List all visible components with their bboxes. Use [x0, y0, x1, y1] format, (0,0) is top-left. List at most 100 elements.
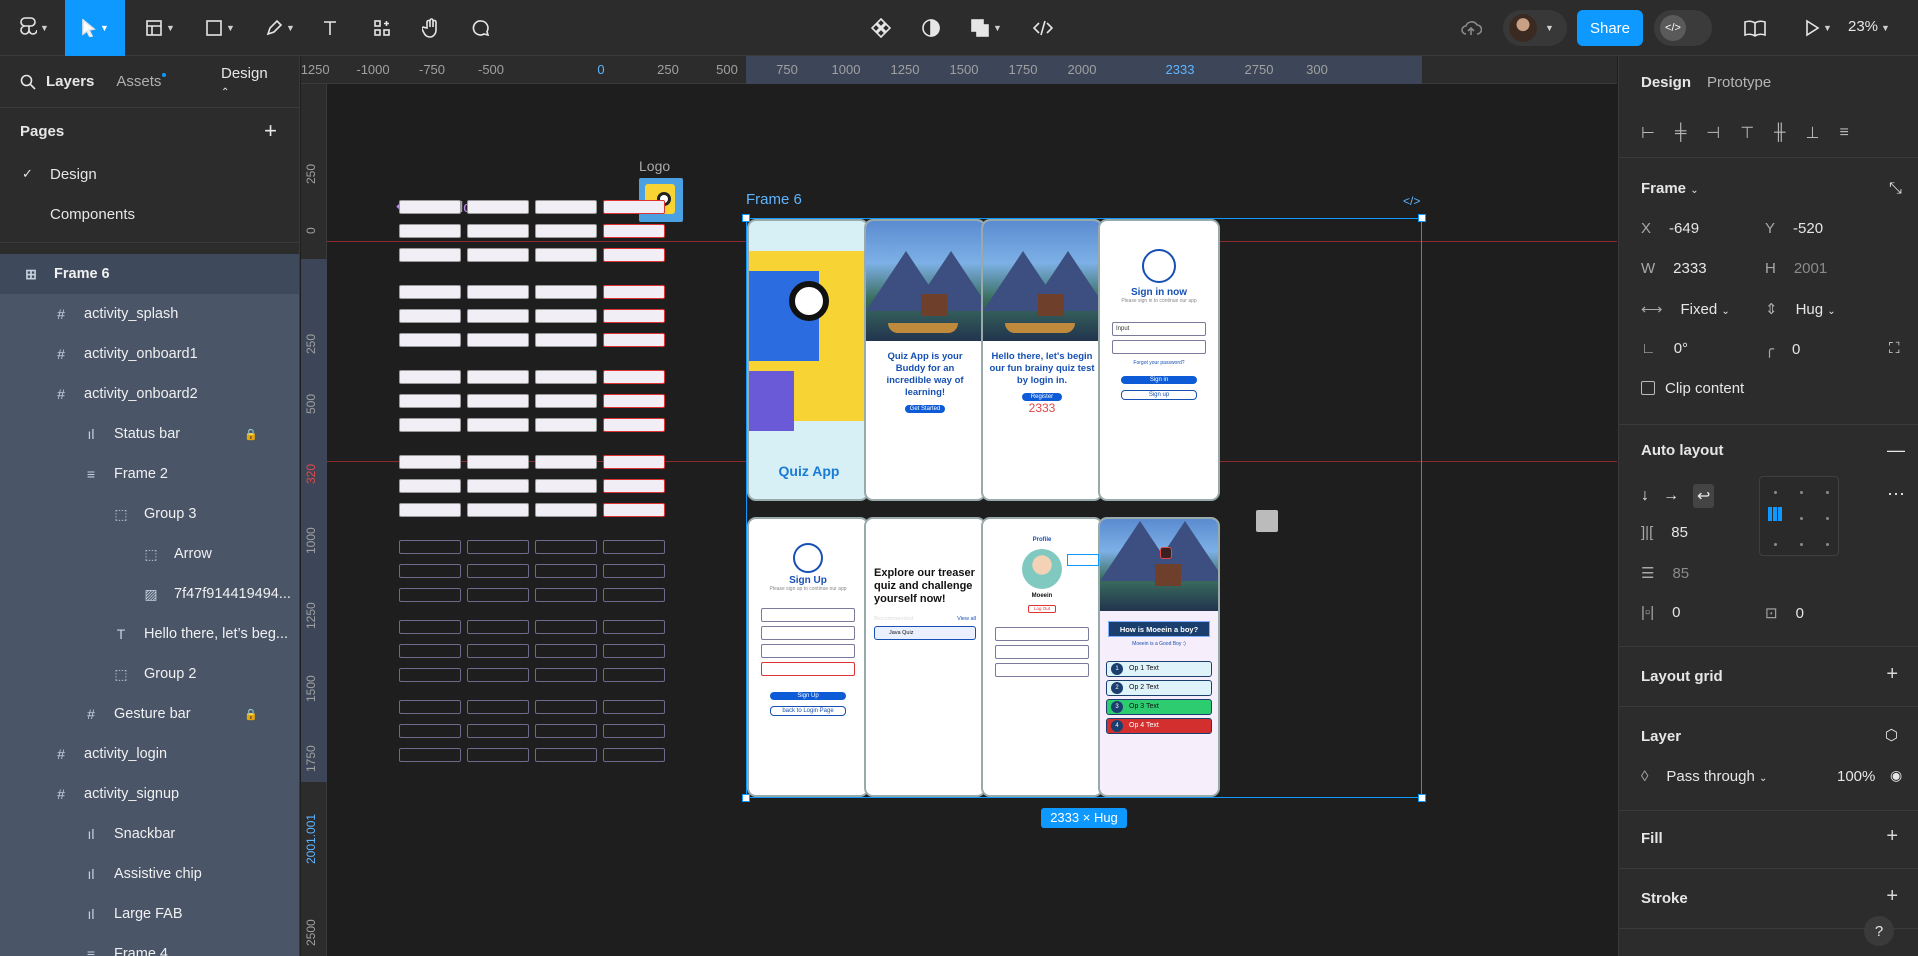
dev-mode-toggle[interactable]: </> — [1654, 10, 1712, 46]
add-fill-icon[interactable]: + — [1886, 825, 1898, 848]
frame-6-selection[interactable]: Quiz App Quiz App is your Buddy for an i… — [742, 214, 1426, 802]
text-field-variant[interactable] — [399, 200, 461, 214]
text-field-variant[interactable] — [399, 285, 461, 299]
text-field-variant[interactable] — [467, 668, 529, 682]
text-field-variant[interactable] — [399, 620, 461, 634]
text-field-variant[interactable] — [535, 540, 597, 554]
layer-row[interactable]: ıl Large FAB — [0, 894, 299, 934]
profile-field[interactable] — [995, 663, 1089, 677]
signup-field[interactable] — [761, 608, 855, 622]
height-mode-select[interactable]: ⇕ Hug ⌄ — [1765, 300, 1836, 318]
signup-button[interactable]: Sign Up — [770, 692, 846, 700]
text-field-variant[interactable] — [467, 285, 529, 299]
quiz-option[interactable]: 1 Op 1 Text — [1106, 661, 1212, 677]
text-field-variant[interactable] — [603, 748, 665, 762]
layer-row[interactable]: ıl Assistive chip — [0, 854, 299, 894]
search-icon[interactable] — [20, 74, 36, 90]
text-field-variant[interactable] — [399, 309, 461, 323]
widget-icon[interactable] — [1256, 510, 1278, 532]
text-field-variant[interactable] — [535, 700, 597, 714]
text-field-variant[interactable] — [399, 418, 461, 432]
text-field-variant[interactable] — [603, 370, 665, 384]
resize-handle[interactable] — [1418, 794, 1426, 802]
text-field-variant[interactable] — [603, 540, 665, 554]
text-field-variant[interactable] — [535, 644, 597, 658]
text-field-variant[interactable] — [399, 479, 461, 493]
code-icon[interactable]: </> — [1403, 194, 1420, 208]
layer-row[interactable]: ≡ Frame 2 — [0, 454, 299, 494]
hand-tool-button[interactable] — [416, 0, 446, 56]
text-field-variant[interactable] — [467, 394, 529, 408]
screen-splash[interactable]: Quiz App — [747, 219, 869, 501]
text-field-variant[interactable] — [603, 700, 665, 714]
text-field-variant[interactable] — [535, 224, 597, 238]
resize-to-fit-icon[interactable]: ⤡ — [1889, 180, 1902, 198]
text-field-variant[interactable] — [467, 224, 529, 238]
text-field-variant[interactable] — [467, 748, 529, 762]
pen-tool-button[interactable]: ▼ — [260, 0, 300, 56]
text-field-variant[interactable] — [467, 620, 529, 634]
text-field-variant[interactable] — [399, 644, 461, 658]
text-field-variant[interactable] — [603, 564, 665, 578]
text-field-variant[interactable] — [467, 700, 529, 714]
text-field-variant[interactable] — [603, 668, 665, 682]
screen-quiz[interactable]: How is Moeein a boy? Moeein is a Good Bo… — [1098, 517, 1220, 797]
text-field-variant[interactable] — [467, 564, 529, 578]
align-center-h-icon[interactable]: ╪ — [1675, 124, 1686, 142]
boolean-button[interactable]: ▼ — [966, 0, 1006, 56]
text-field-variant[interactable] — [535, 309, 597, 323]
layer-row[interactable]: # activity_splash — [0, 294, 299, 334]
layer-row[interactable]: # activity_onboard2 — [0, 374, 299, 414]
layer-row[interactable]: # activity_signup — [0, 774, 299, 814]
width-field[interactable]: W 2333 — [1641, 260, 1707, 277]
text-field-variant[interactable] — [603, 285, 665, 299]
signup-field[interactable] — [761, 644, 855, 658]
signup-field[interactable] — [761, 662, 855, 676]
text-field-variant[interactable] — [399, 724, 461, 738]
frame-label[interactable]: Frame 6 — [746, 191, 802, 208]
layer-row[interactable]: ≡ Frame 4 — [0, 934, 299, 956]
screen-login[interactable]: Sign in now Please sign in to continue o… — [1098, 219, 1220, 501]
remove-auto-layout-icon[interactable]: — — [1887, 440, 1905, 461]
canvas[interactable]: -1250-1000-750-5000250500750100012501500… — [301, 56, 1617, 956]
frame-tool-button[interactable]: ▼ — [140, 0, 180, 56]
text-field-variant[interactable] — [603, 724, 665, 738]
text-field-variant[interactable] — [535, 748, 597, 762]
shape-tool-button[interactable]: ▼ — [200, 0, 240, 56]
text-field-variant[interactable] — [399, 668, 461, 682]
text-field-variant[interactable] — [603, 418, 665, 432]
layer-row[interactable]: # activity_login — [0, 734, 299, 774]
text-field-variant[interactable] — [603, 248, 665, 262]
tab-design[interactable]: Design — [1641, 74, 1691, 91]
signup-field[interactable] — [761, 626, 855, 640]
move-tool-button[interactable]: ▼ — [65, 0, 125, 56]
text-field-variant[interactable] — [467, 644, 529, 658]
text-field-variant[interactable] — [535, 503, 597, 517]
layer-style-icon[interactable]: ⬡ — [1885, 726, 1898, 744]
text-field-variant[interactable] — [603, 224, 665, 238]
width-mode-select[interactable]: ⟷ Fixed ⌄ — [1641, 300, 1730, 318]
text-field-variant[interactable] — [399, 564, 461, 578]
register-button[interactable]: Register — [1022, 393, 1062, 401]
y-field[interactable]: Y -520 — [1765, 220, 1823, 237]
text-field-variant[interactable] — [603, 644, 665, 658]
layer-row[interactable]: ⬚ Arrow — [0, 534, 299, 574]
mask-button[interactable] — [918, 0, 944, 56]
text-field-variant[interactable] — [467, 248, 529, 262]
layer-row[interactable]: ⬚ Group 2 — [0, 654, 299, 694]
screen-onboard2[interactable]: Hello there, let's begin our fun brainy … — [981, 219, 1103, 501]
resources-button[interactable] — [367, 0, 397, 56]
floating-element[interactable] — [1067, 554, 1099, 566]
text-field-variant[interactable] — [535, 370, 597, 384]
text-field-variant[interactable] — [535, 588, 597, 602]
login-email-field[interactable]: Input — [1112, 322, 1206, 336]
rotation-field[interactable]: ∟ 0° — [1641, 340, 1688, 357]
height-field[interactable]: H 2001 — [1765, 260, 1827, 277]
comment-tool-button[interactable] — [466, 0, 496, 56]
text-field-variant[interactable] — [467, 503, 529, 517]
text-field-variant[interactable] — [535, 620, 597, 634]
text-field-variant[interactable] — [603, 588, 665, 602]
align-top-icon[interactable]: ⊤ — [1740, 123, 1754, 143]
radius-field[interactable]: ╭ 0 — [1765, 340, 1800, 358]
frame-section-title[interactable]: Frame ⌄ — [1641, 180, 1699, 197]
